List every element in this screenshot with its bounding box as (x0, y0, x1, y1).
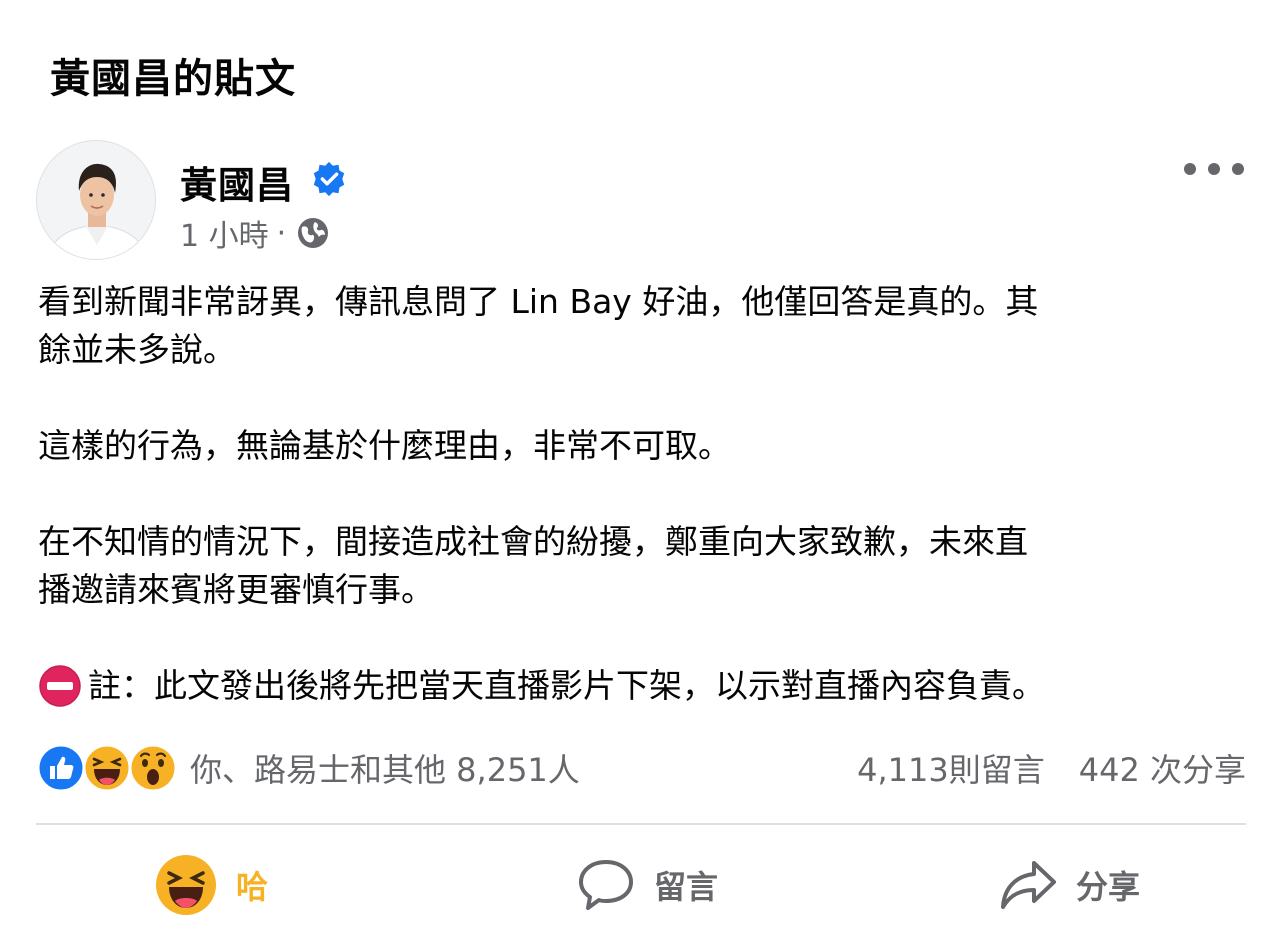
post-meta: 1 小時 · (180, 211, 330, 255)
comment-button[interactable]: 留言 (483, 840, 812, 930)
post-body: 看到新聞非常訝異，傳訊息問了 Lin Bay 好油，他僅回答是真的。其 餘並未多… (38, 278, 1248, 710)
more-dot-icon (1208, 163, 1220, 175)
haha-icon (82, 743, 132, 793)
verified-badge-icon (313, 161, 345, 197)
avatar-image (37, 141, 155, 259)
share-count-link[interactable]: 442 次分享 (1079, 745, 1246, 791)
share-button[interactable]: 分享 (811, 840, 1246, 930)
reaction-icons[interactable] (36, 743, 178, 793)
like-icon (36, 743, 86, 793)
more-options-button[interactable] (1184, 154, 1244, 184)
post-paragraph: 這樣的行為，無論基於什麼理由，非常不可取。 (38, 426, 731, 465)
engagement-counts: 4,113則留言 442 次分享 (857, 745, 1246, 791)
post-paragraph: 看到新聞非常訝異，傳訊息問了 Lin Bay 好油，他僅回答是真的。其 餘並未多… (38, 282, 1039, 369)
reaction-button-label: 哈 (236, 868, 269, 906)
post-note: 註：此文發出後將先把當天直播影片下架，以示對直播內容負責。 (38, 662, 1248, 710)
reactions-summary: 你、路易士和其他 8,251人 4,113則留言 442 次分享 (36, 740, 1246, 796)
post-note-text: 註：此文發出後將先把當天直播影片下架，以示對直播內容負責。 (88, 666, 1045, 705)
reaction-button[interactable]: 哈 (36, 840, 483, 930)
meta-separator: · (276, 215, 287, 251)
comment-count-link[interactable]: 4,113則留言 (857, 745, 1045, 791)
share-button-label: 分享 (1076, 868, 1141, 906)
divider (36, 823, 1246, 825)
author-name[interactable]: 黃國昌 (180, 155, 294, 209)
comment-icon (579, 860, 633, 910)
page-title: 黃國昌的貼文 (50, 56, 296, 102)
avatar[interactable] (36, 140, 156, 260)
post-time[interactable]: 1 小時 (180, 211, 269, 255)
comment-button-label: 留言 (654, 868, 719, 906)
globe-icon[interactable] (296, 216, 330, 250)
more-dot-icon (1232, 163, 1244, 175)
post-page: 黃國昌的貼文 黃國昌 1 小時 · 看到新聞非常訝異，傳訊息問了 Lin Bay… (0, 0, 1280, 946)
haha-icon (156, 855, 216, 915)
more-dot-icon (1184, 163, 1196, 175)
share-icon (1001, 861, 1056, 909)
no-entry-icon (39, 665, 81, 707)
reactors-summary[interactable]: 你、路易士和其他 8,251人 (190, 745, 580, 791)
wow-icon (128, 743, 178, 793)
post-paragraph: 在不知情的情況下，間接造成社會的紛擾，鄭重向大家致歉，未來直 播邀請來賓將更審慎… (38, 522, 1028, 609)
action-bar: 哈 留言 分享 (36, 840, 1246, 930)
